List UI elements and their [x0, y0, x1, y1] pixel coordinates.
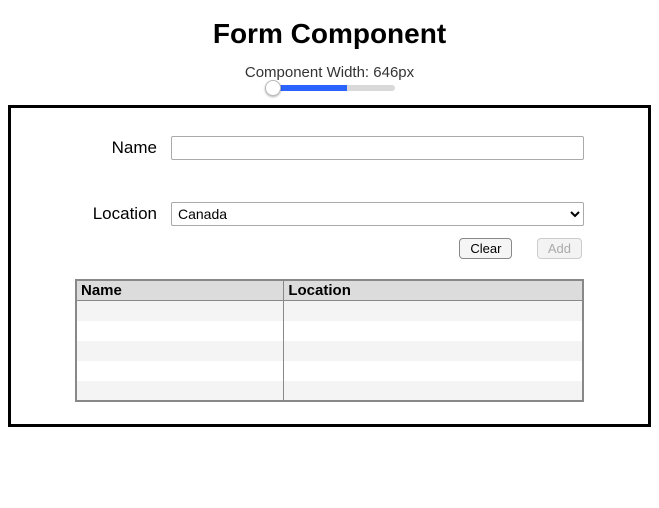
page-title: Form Component	[6, 18, 653, 50]
table-row	[76, 381, 583, 401]
table-header-location: Location	[284, 280, 583, 301]
width-label: Component Width: 646px	[6, 64, 653, 81]
width-slider[interactable]	[265, 85, 395, 91]
location-select[interactable]: Canada	[171, 202, 584, 226]
form-panel: Name Location Canada Clear Add	[8, 105, 651, 427]
clear-button[interactable]: Clear	[459, 238, 512, 259]
table-row	[76, 341, 583, 361]
location-label: Location	[75, 204, 171, 224]
table-row	[76, 361, 583, 381]
table-header-name: Name	[76, 280, 284, 301]
table-row	[76, 301, 583, 321]
add-button[interactable]: Add	[537, 238, 582, 259]
table-row	[76, 321, 583, 341]
data-table: Name Location	[75, 279, 584, 402]
name-label: Name	[75, 138, 171, 158]
name-input[interactable]	[171, 136, 584, 160]
